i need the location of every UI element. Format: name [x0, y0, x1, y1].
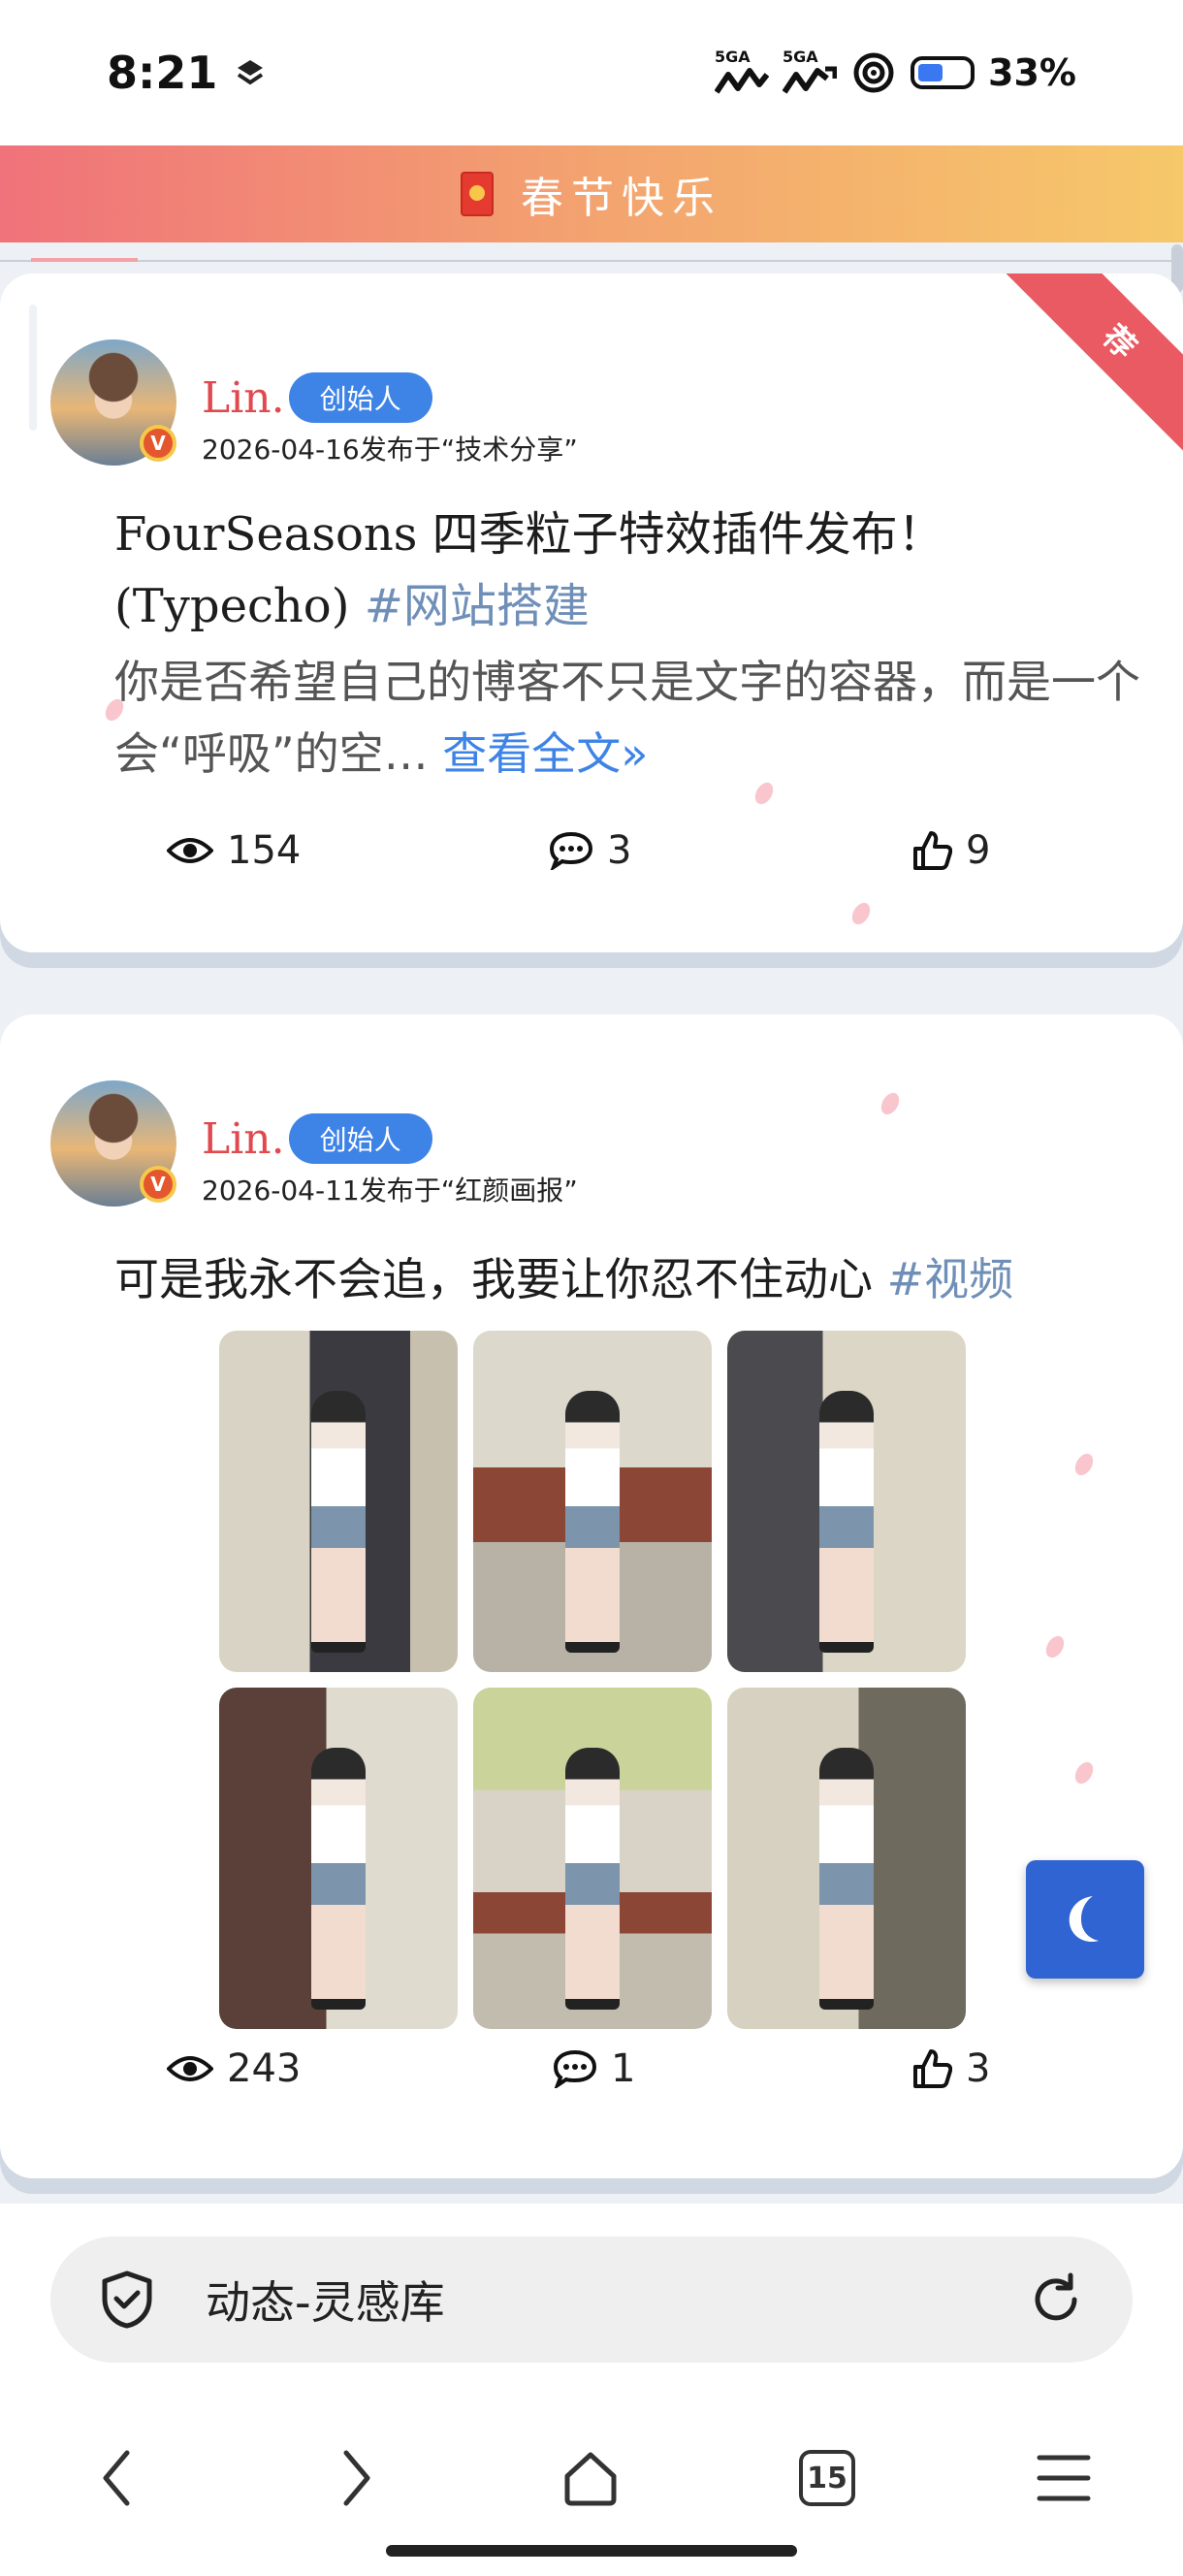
post-title[interactable]: FourSeasons 四季粒子特效插件发布！(Typecho) #网站搭建 [114, 499, 1123, 642]
forward-button[interactable] [312, 2434, 400, 2522]
signal-2-icon: 5GA [783, 48, 838, 96]
home-icon [564, 2452, 617, 2506]
views-stat: 154 [167, 828, 301, 873]
thumbs-up-icon [913, 831, 952, 870]
tabs-button[interactable]: 15 [783, 2434, 871, 2522]
gallery-image[interactable] [473, 1331, 712, 1672]
post-title[interactable]: 可是我永不会追，我要让你忍不住动心 #视频 [114, 1243, 1181, 1315]
verified-badge-icon: V [140, 425, 176, 462]
reload-icon[interactable] [1028, 2271, 1084, 2328]
post-tag[interactable]: #视频 [887, 1253, 1014, 1305]
status-time: 8:21 [107, 47, 218, 99]
red-envelope-icon [461, 172, 494, 216]
comment-icon [549, 831, 593, 870]
gallery-image[interactable] [219, 1331, 458, 1672]
read-more-link[interactable]: 查看全文» [442, 727, 648, 780]
home-indicator[interactable] [386, 2545, 797, 2557]
likes-stat[interactable]: 9 [911, 828, 990, 873]
views-count: 154 [227, 828, 302, 873]
post-meta: 2026-04-16发布于“技术分享” [202, 434, 578, 466]
views-stat: 243 [167, 2046, 301, 2091]
layers-icon [238, 60, 264, 85]
battery-percent: 33% [988, 51, 1076, 94]
likes-stat[interactable]: 3 [911, 2046, 990, 2091]
comments-count: 1 [611, 2046, 636, 2091]
avatar[interactable]: V [50, 1080, 176, 1207]
avatar[interactable]: V [50, 339, 176, 466]
author-info: Lin. 创始人 2026-04-11发布于“红颜画报” [202, 1113, 578, 1208]
post-tag[interactable]: #网站搭建 [365, 579, 590, 633]
back-button[interactable] [74, 2434, 161, 2522]
moon-icon [1069, 1896, 1099, 1943]
verified-badge-icon: V [140, 1166, 176, 1203]
status-bar: 8:21 5GA 5GA 33% [0, 0, 1183, 145]
battery-fill [918, 64, 943, 81]
battery-icon [911, 56, 975, 89]
author-name[interactable]: Lin. [202, 373, 285, 423]
post-excerpt: 你是否希望自己的博客不只是文字的容器，而是一个会“呼吸”的空… 查看全文» [114, 646, 1142, 789]
signal-1-icon: 5GA [715, 48, 770, 96]
recommended-label: 荐 [1095, 317, 1144, 367]
shield-check-icon [102, 2270, 152, 2329]
thumbs-up-icon [913, 2049, 952, 2088]
image-gallery [219, 1331, 966, 2029]
likes-count: 9 [966, 828, 991, 873]
post-card[interactable]: 荐 V Lin. 创始人 2026-04-16发布于“技术分享” FourSea… [0, 274, 1183, 952]
address-text[interactable]: 动态-灵感库 [206, 2268, 1028, 2332]
views-count: 243 [227, 2046, 302, 2091]
comments-stat[interactable]: 1 [553, 2046, 635, 2091]
gallery-image[interactable] [727, 1331, 966, 1672]
author-row: V Lin. 创始人 2026-04-11发布于“红颜画报” [50, 1080, 578, 1208]
gallery-image[interactable] [727, 1688, 966, 2029]
home-button[interactable] [547, 2434, 634, 2522]
chevron-right-icon [343, 2450, 370, 2506]
hamburger-menu-icon [1037, 2455, 1091, 2501]
sim2-label: 5GA [783, 48, 818, 66]
post-title-text[interactable]: 可是我永不会追，我要让你忍不住动心 [114, 1253, 873, 1305]
likes-count: 3 [966, 2046, 991, 2091]
hotspot-icon [853, 52, 894, 93]
divider [0, 260, 1183, 262]
gallery-image[interactable] [219, 1688, 458, 2029]
role-badge: 创始人 [288, 1113, 432, 1164]
status-right: 5GA 5GA 33% [715, 49, 1076, 96]
author-info: Lin. 创始人 2026-04-16发布于“技术分享” [202, 372, 578, 467]
role-badge: 创始人 [288, 372, 432, 423]
address-bar[interactable]: 动态-灵感库 [50, 2237, 1133, 2363]
festival-banner[interactable]: 春节快乐 [0, 145, 1183, 242]
sim1-label: 5GA [715, 48, 751, 66]
browser-toolbar: 动态-灵感库 15 [0, 2204, 1183, 2576]
post-meta: 2026-04-11发布于“红颜画报” [202, 1175, 578, 1207]
banner-text: 春节快乐 [521, 174, 722, 223]
status-left: 8:21 [107, 47, 266, 99]
post-card[interactable]: V Lin. 创始人 2026-04-11发布于“红颜画报” 可是我永不会追，我… [0, 1014, 1183, 2178]
divider-accent [31, 258, 138, 262]
author-row: V Lin. 创始人 2026-04-16发布于“技术分享” [50, 339, 578, 467]
card-accent-bar [29, 305, 37, 431]
eye-icon [167, 2056, 213, 2081]
chevron-left-icon [103, 2450, 130, 2506]
tab-count-icon: 15 [799, 2450, 855, 2506]
dark-mode-toggle-button[interactable] [1026, 1860, 1144, 1979]
comments-stat[interactable]: 3 [549, 828, 631, 873]
gallery-image[interactable] [473, 1688, 712, 2029]
eye-icon [167, 838, 213, 863]
comment-icon [553, 2049, 597, 2088]
comments-count: 3 [607, 828, 632, 873]
recommended-ribbon: 荐 [994, 274, 1183, 467]
author-name[interactable]: Lin. [202, 1114, 285, 1164]
browser-nav: 15 [0, 2415, 1183, 2522]
menu-button[interactable] [1020, 2434, 1107, 2522]
